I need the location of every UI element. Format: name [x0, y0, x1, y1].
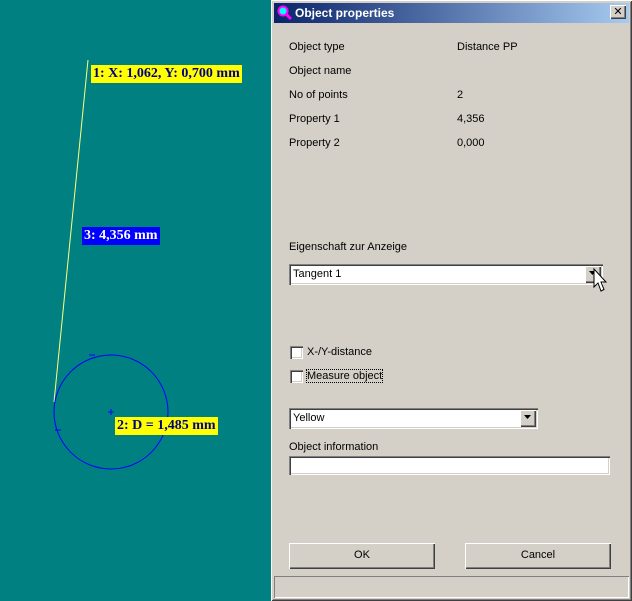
object-info-input[interactable] [289, 456, 610, 475]
ok-button[interactable]: OK [289, 543, 435, 569]
status-bar [274, 576, 629, 598]
measure-object-label[interactable]: Measure object [305, 369, 384, 383]
display-property-value: Tangent 1 [293, 268, 342, 280]
color-select-value: Yellow [293, 412, 325, 424]
prop-value-property-1: 4,356 [457, 113, 485, 125]
close-icon: ✕ [613, 5, 623, 18]
cancel-button[interactable]: Cancel [465, 543, 611, 569]
display-property-label: Eigenschaft zur Anzeige [289, 241, 408, 253]
object-info-label: Object information [289, 441, 379, 453]
prop-key-object-type: Object type [289, 41, 345, 53]
drawing-canvas[interactable]: 1: X: 1,062, Y: 0,700 mm 3: 4,356 mm 2: … [0, 0, 271, 601]
magnifier-icon [277, 5, 293, 21]
close-button[interactable]: ✕ [610, 5, 626, 19]
prop-value-object-type: Distance PP [457, 41, 518, 53]
prop-key-object-name: Object name [289, 65, 352, 77]
prop-value-property-2: 0,000 [457, 137, 485, 149]
chevron-down-icon [524, 415, 531, 419]
display-property-select[interactable]: Tangent 1 [289, 264, 603, 285]
circle-diameter-label: 2: D = 1,485 mm [115, 417, 218, 435]
drawing-svg [53, 59, 169, 470]
measure-object-checkbox[interactable] [290, 370, 303, 383]
distance-label: 3: 4,356 mm [82, 227, 160, 245]
dialog-titlebar[interactable]: Object properties ✕ [274, 3, 629, 23]
color-select[interactable]: Yellow [289, 408, 538, 429]
color-dropdown-button[interactable] [520, 410, 536, 427]
prop-key-property-1: Property 1 [289, 113, 340, 125]
xy-distance-checkbox[interactable] [290, 346, 303, 359]
point1-label: 1: X: 1,062, Y: 0,700 mm [91, 65, 242, 83]
prop-key-no-of-points: No of points [289, 89, 348, 101]
object-properties-dialog: Object properties ✕ Object type Distance… [271, 0, 632, 601]
prop-value-no-of-points: 2 [457, 89, 464, 101]
dialog-title: Object properties [295, 6, 395, 20]
prop-key-property-2: Property 2 [289, 137, 340, 149]
xy-distance-label[interactable]: X-/Y-distance [307, 346, 372, 358]
mouse-cursor-icon [593, 268, 607, 292]
